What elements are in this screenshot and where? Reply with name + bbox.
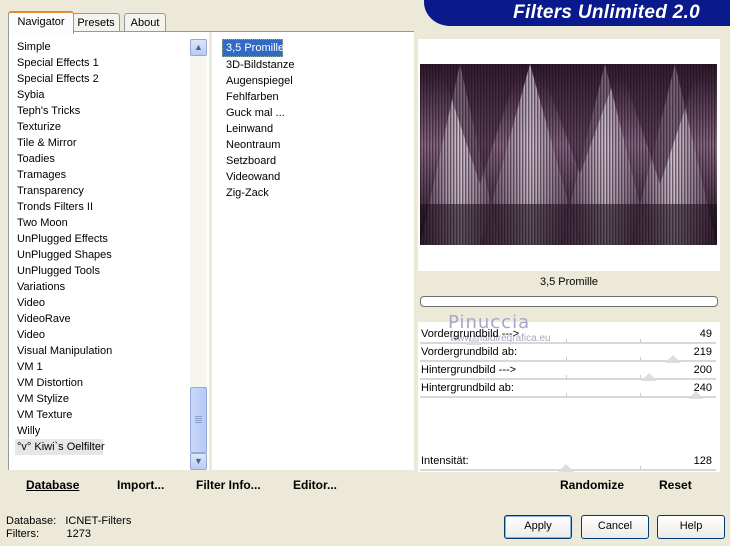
filter-item[interactable]: Videowand	[224, 169, 404, 185]
help-button[interactable]: Help	[657, 515, 725, 539]
slider-row[interactable]: Intensität: 128	[418, 454, 718, 472]
filter-item[interactable]: Neontraum	[224, 137, 404, 153]
slider-thumb[interactable]	[640, 373, 657, 381]
app-title: Filters Unlimited 2.0	[513, 2, 700, 23]
slider-label: Hintergrundbild --->	[421, 364, 517, 376]
left-toolbar: Database Import... Filter Info... Editor…	[8, 470, 414, 500]
category-item[interactable]: °v° Kiwi`s Oelfilter	[15, 439, 105, 455]
editor-button[interactable]: Editor...	[293, 478, 337, 492]
category-item[interactable]: Video	[15, 327, 187, 343]
category-item[interactable]: Transparency	[15, 183, 187, 199]
title-banner: Filters Unlimited 2.0	[424, 0, 730, 26]
scroll-down-button[interactable]: ▼	[190, 453, 207, 470]
category-item[interactable]: VM Distortion	[15, 375, 187, 391]
slider-row[interactable]: Vordergrundbild ab: 219	[418, 345, 718, 363]
category-item[interactable]: Texturize	[15, 119, 187, 135]
category-item[interactable]: VM Stylize	[15, 391, 187, 407]
category-list: Simple Special Effects 1 Special Effects 2…	[15, 39, 187, 455]
slider-value: 200	[693, 364, 712, 376]
filter-item[interactable]: 3D-Bildstanze	[224, 57, 404, 73]
slider-row[interactable]: Hintergrundbild ---> 200	[418, 363, 718, 381]
right-toolbar: Randomize Reset	[418, 470, 720, 500]
filter-item[interactable]: Zig-Zack	[224, 185, 404, 201]
category-item[interactable]: UnPlugged Shapes	[15, 247, 187, 263]
filter-list: 3,5 Promille 3D-Bildstanze Augenspiegel Feh…	[222, 39, 404, 201]
category-item[interactable]: VideoRave	[15, 311, 187, 327]
import-button[interactable]: Import...	[117, 478, 164, 492]
category-item[interactable]: Two Moon	[15, 215, 187, 231]
category-item[interactable]: VM 1	[15, 359, 187, 375]
category-scrollbar[interactable]: ▲ ▼	[190, 39, 207, 470]
category-item[interactable]: Sybia	[15, 87, 187, 103]
slider-value: 219	[693, 346, 712, 358]
category-item[interactable]: Tile & Mirror	[15, 135, 187, 151]
database-info: Database: ICNET-Filters	[6, 515, 132, 527]
filter-item[interactable]: Fehlfarben	[224, 89, 404, 105]
slider-value: 128	[693, 455, 712, 467]
slider-track[interactable]	[420, 396, 716, 398]
slider-track[interactable]	[420, 342, 716, 344]
progress-bar	[420, 296, 718, 307]
tab-presets[interactable]: Presets	[72, 13, 120, 32]
slider-row[interactable]: Hintergrundbild ab: 240	[418, 381, 718, 399]
tab-navigator[interactable]: Navigator	[8, 11, 74, 34]
category-item[interactable]: Tramages	[15, 167, 187, 183]
category-item[interactable]: Special Effects 2	[15, 71, 187, 87]
reset-button[interactable]: Reset	[659, 478, 692, 492]
category-item[interactable]: UnPlugged Tools	[15, 263, 187, 279]
category-item[interactable]: Video	[15, 295, 187, 311]
slider-thumb[interactable]	[664, 355, 681, 363]
slider-label: Hintergrundbild ab:	[421, 382, 514, 394]
filters-info: Filters: 1273	[6, 528, 91, 540]
slider-label: Intensität:	[421, 455, 469, 467]
category-item[interactable]: Tronds Filters II	[15, 199, 187, 215]
randomize-button[interactable]: Randomize	[560, 478, 624, 492]
tab-about[interactable]: About	[124, 13, 166, 32]
filter-item[interactable]: 3,5 Promille	[222, 39, 284, 57]
slider-row[interactable]: Vordergrundbild ---> 49	[418, 327, 718, 345]
scroll-thumb[interactable]	[190, 387, 207, 453]
category-item[interactable]: Teph's Tricks	[15, 103, 187, 119]
filter-info-button[interactable]: Filter Info...	[196, 478, 261, 492]
category-item[interactable]: Toadies	[15, 151, 187, 167]
parameter-sliders: Pinuccia www.maidiregrafica.eu Vordergru…	[418, 312, 720, 472]
filter-item[interactable]: Leinwand	[224, 121, 404, 137]
slider-thumb[interactable]	[688, 391, 705, 399]
category-item[interactable]: VM Texture	[15, 407, 187, 423]
database-button[interactable]: Database	[26, 478, 79, 492]
category-item[interactable]: Willy	[15, 423, 187, 439]
category-item[interactable]: Visual Manipulation	[15, 343, 187, 359]
filter-item[interactable]: Setzboard	[224, 153, 404, 169]
category-item[interactable]: Special Effects 1	[15, 55, 187, 71]
category-item[interactable]: Simple	[15, 39, 187, 55]
apply-button[interactable]: Apply	[504, 515, 572, 539]
category-item[interactable]: Variations	[15, 279, 187, 295]
preview-image	[420, 64, 717, 245]
slider-thumb[interactable]	[466, 337, 483, 345]
cancel-button[interactable]: Cancel	[581, 515, 649, 539]
current-filter-name: 3,5 Promille	[539, 276, 599, 288]
filter-item[interactable]: Guck mal ...	[224, 105, 404, 121]
slider-value: 49	[699, 328, 712, 340]
slider-track[interactable]	[420, 378, 716, 380]
slider-label: Vordergrundbild ab:	[421, 346, 518, 358]
scroll-up-button[interactable]: ▲	[190, 39, 207, 56]
category-item[interactable]: UnPlugged Effects	[15, 231, 187, 247]
filter-item[interactable]: Augenspiegel	[224, 73, 404, 89]
